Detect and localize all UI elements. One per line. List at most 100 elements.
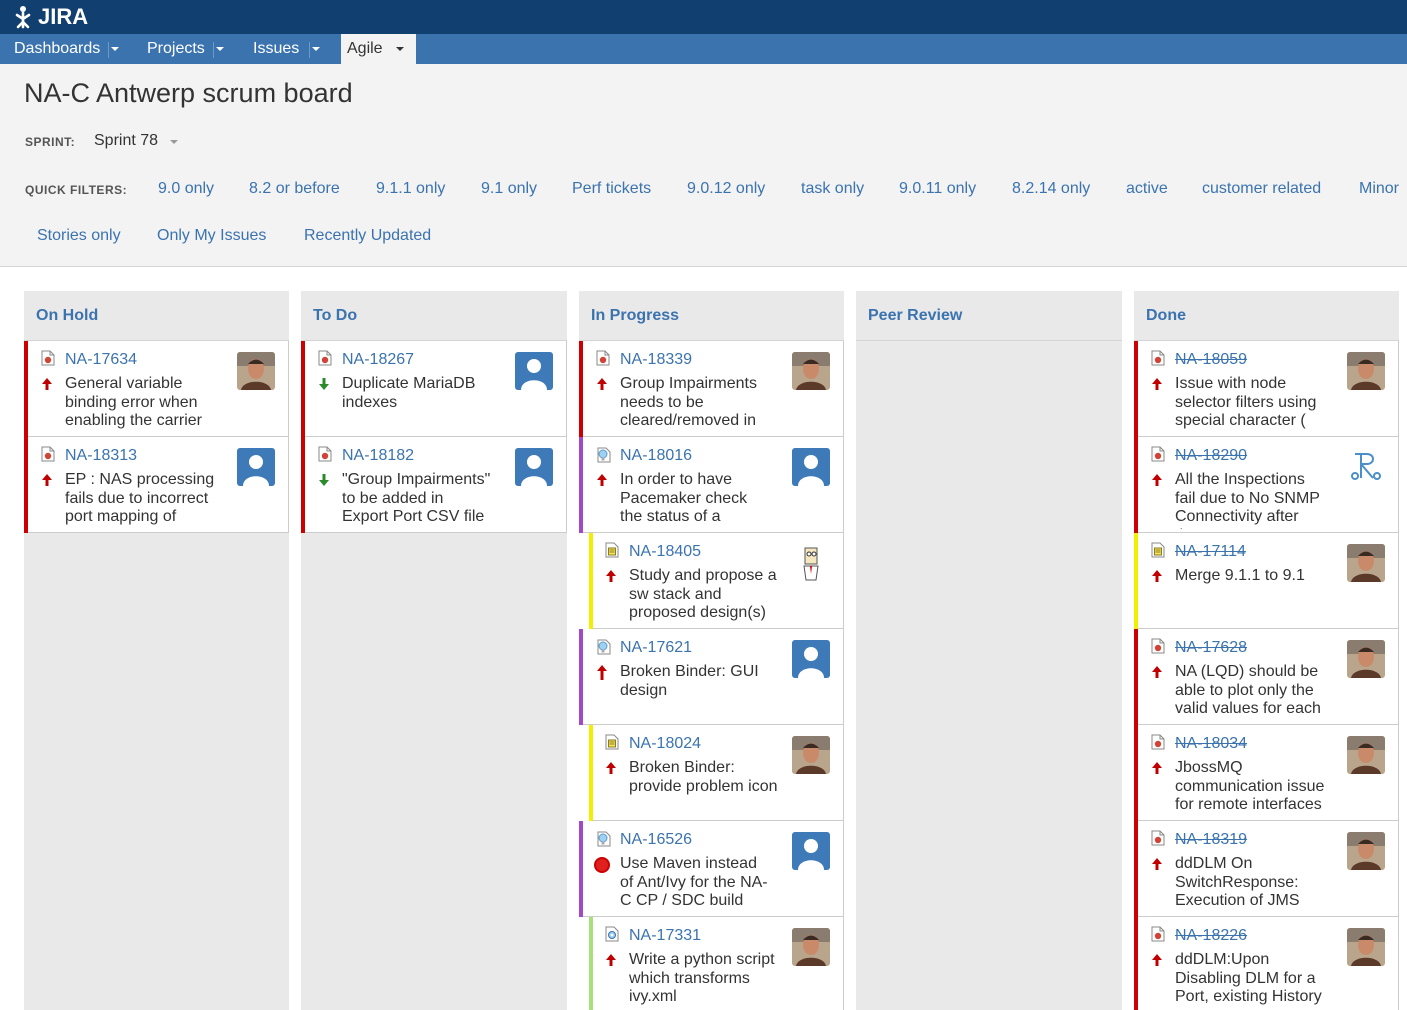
issue-card[interactable]: NA-16526 Use Maven instead of Ant/Ivy for… (579, 821, 844, 917)
column-divider (856, 340, 1122, 341)
issue-key-link[interactable]: NA-17621 (620, 639, 692, 657)
quick-filter[interactable]: task only (801, 180, 864, 198)
critical-priority-icon (596, 665, 608, 680)
issue-summary: "Group Impairments" to be added in Expor… (342, 471, 491, 525)
issue-card[interactable]: NA-18339 Group Impairments needs to be cl… (579, 341, 844, 437)
issue-card[interactable]: NA-17634 General variable binding error w… (24, 341, 289, 437)
jira-logo-icon (15, 6, 31, 29)
assignee-avatar[interactable] (237, 448, 275, 486)
chevron-down-icon[interactable] (393, 42, 407, 56)
quick-filter[interactable]: Recently Updated (304, 227, 431, 245)
issue-summary: Group Impairments needs to be cleared/re… (620, 375, 757, 429)
nav-projects[interactable]: Projects (133, 34, 229, 64)
issue-card[interactable]: NA-18226 ddDLM:Upon Disabling DLM for a P… (1134, 917, 1399, 1010)
assignee-avatar[interactable] (515, 352, 553, 390)
quick-filter[interactable]: active (1126, 180, 1168, 198)
assignee-avatar[interactable] (1347, 448, 1385, 486)
top-header: JIRA (0, 0, 1407, 34)
issue-card[interactable]: NA-18016 In order to have Pacemaker check… (579, 437, 844, 533)
jira-logo[interactable]: JIRA (10, 4, 88, 29)
issue-summary: NA (LQD) should be able to plot only the… (1175, 663, 1321, 717)
issue-key-link[interactable]: NA-18313 (65, 447, 137, 465)
issue-summary: Write a python script which transforms i… (629, 951, 775, 1005)
quick-filter[interactable]: 9.0 only (158, 180, 214, 198)
issue-summary: Broken Binder: provide problem icon (629, 759, 778, 795)
sprint-label: SPRINT: (25, 135, 76, 149)
issue-key-link[interactable]: NA-17331 (629, 927, 701, 945)
quick-filter[interactable]: 9.0.12 only (687, 180, 765, 198)
issue-card[interactable]: NA-18405 Study and propose a sw stack and… (579, 533, 844, 629)
quick-filter[interactable]: 9.1.1 only (376, 180, 445, 198)
quick-filter[interactable]: 8.2.14 only (1012, 180, 1090, 198)
quick-filter[interactable]: Perf tickets (572, 180, 651, 198)
status-color-bar (301, 341, 305, 437)
issue-key-link[interactable]: NA-18267 (342, 351, 414, 369)
assignee-avatar[interactable] (1347, 544, 1385, 582)
issue-card[interactable]: NA-17628 NA (LQD) should be able to plot … (1134, 629, 1399, 725)
issue-card[interactable]: NA-17331 Write a python script which tran… (579, 917, 844, 1010)
assignee-avatar[interactable] (792, 544, 830, 582)
issue-key-link[interactable]: NA-18405 (629, 543, 701, 561)
nav-issues[interactable]: Issues (239, 34, 327, 64)
assignee-avatar[interactable] (1347, 928, 1385, 966)
assignee-avatar[interactable] (792, 736, 830, 774)
issue-key-link[interactable]: NA-18059 (1175, 351, 1247, 369)
issue-card[interactable]: NA-18024 Broken Binder: provide problem i… (579, 725, 844, 821)
issue-key-link[interactable]: NA-18226 (1175, 927, 1247, 945)
quick-filter[interactable]: 9.0.11 only (899, 180, 976, 198)
quick-filter[interactable]: Minor (1359, 180, 1399, 198)
assignee-avatar[interactable] (1347, 832, 1385, 870)
issue-key-link[interactable]: NA-18034 (1175, 735, 1247, 753)
nav-agile[interactable]: Agile (341, 34, 416, 64)
assignee-avatar[interactable] (792, 640, 830, 678)
issue-key-link[interactable]: NA-18016 (620, 447, 692, 465)
major-priority-icon (596, 473, 608, 487)
assignee-avatar[interactable] (237, 352, 275, 390)
assignee-avatar[interactable] (1347, 640, 1385, 678)
chevron-down-icon[interactable] (108, 42, 122, 56)
assignee-avatar[interactable] (792, 928, 830, 966)
issue-key-link[interactable]: NA-18290 (1175, 447, 1247, 465)
issue-card[interactable]: NA-17114 Merge 9.1.1 to 9.1 (1134, 533, 1399, 629)
page-title: NA-C Antwerp scrum board (24, 78, 353, 108)
issue-key-link[interactable]: NA-18024 (629, 735, 701, 753)
issue-key-link[interactable]: NA-16526 (620, 831, 692, 849)
chevron-down-icon[interactable] (213, 42, 227, 56)
issue-key-link[interactable]: NA-17114 (1175, 543, 1246, 561)
assignee-avatar[interactable] (515, 448, 553, 486)
issue-summary: JbossMQ communication issue for remote i… (1175, 759, 1325, 813)
sprint-selector[interactable]: Sprint 78 (94, 132, 158, 150)
quick-filter[interactable]: Stories only (37, 227, 121, 245)
quick-filter[interactable]: 8.2 or before (249, 180, 340, 198)
quick-filter[interactable]: 9.1 only (481, 180, 537, 198)
issue-card[interactable]: NA-17621 Broken Binder: GUI design (579, 629, 844, 725)
issue-card[interactable]: NA-18034 JbossMQ communication issue for … (1134, 725, 1399, 821)
issue-key-link[interactable]: NA-18182 (342, 447, 414, 465)
issue-key-link[interactable]: NA-17634 (65, 351, 137, 369)
assignee-avatar[interactable] (792, 448, 830, 486)
quick-filter[interactable]: Only My Issues (157, 227, 266, 245)
issue-card[interactable]: NA-18319 ddDLM On SwitchResponse: Executi… (1134, 821, 1399, 917)
bug-icon (1150, 446, 1166, 462)
issue-key-link[interactable]: NA-18339 (620, 351, 692, 369)
nav-dashboards[interactable]: Dashboards (0, 34, 124, 64)
assignee-avatar[interactable] (1347, 352, 1385, 390)
bug-icon (317, 350, 333, 366)
issue-card[interactable]: NA-18267 Duplicate MariaDB indexes (301, 341, 567, 437)
subtask-icon (604, 734, 620, 750)
issue-card[interactable]: NA-18313 EP : NAS processing fails due to… (24, 437, 289, 533)
issue-key-link[interactable]: NA-17628 (1175, 639, 1247, 657)
issue-summary: ddDLM On SwitchResponse: Execution of JM… (1175, 855, 1300, 909)
issue-key-link[interactable]: NA-18319 (1175, 831, 1247, 849)
chevron-down-icon[interactable] (170, 140, 178, 144)
assignee-avatar[interactable] (792, 352, 830, 390)
issue-card[interactable]: NA-18290 All the Inspections fail due to … (1134, 437, 1399, 533)
column-title: Done (1146, 307, 1186, 324)
task-icon (604, 926, 620, 942)
issue-card[interactable]: NA-18059 Issue with node selector filters… (1134, 341, 1399, 437)
quick-filter[interactable]: customer related (1202, 180, 1321, 198)
assignee-avatar[interactable] (1347, 736, 1385, 774)
chevron-down-icon[interactable] (309, 42, 323, 56)
assignee-avatar[interactable] (792, 832, 830, 870)
issue-card[interactable]: NA-18182 "Group Impairments" to be added … (301, 437, 567, 533)
